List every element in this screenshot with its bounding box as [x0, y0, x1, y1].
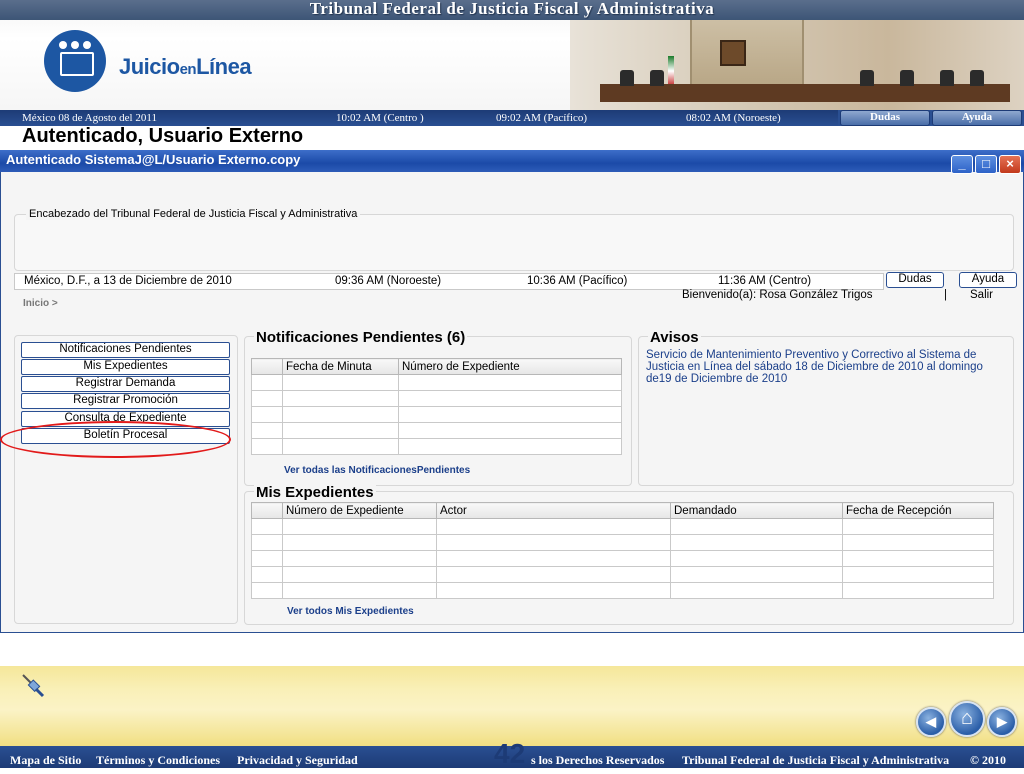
table-row[interactable]	[251, 550, 994, 567]
table-row[interactable]	[251, 566, 994, 583]
footer-terminos-link[interactable]: Términos y Condiciones	[96, 746, 220, 774]
timebar-time-pacifico: 09:02 AM (Pacífico)	[496, 112, 588, 124]
header-fieldset	[14, 214, 1014, 271]
courtroom-wall	[690, 20, 804, 90]
ayuda-button[interactable]: Ayuda	[932, 110, 1022, 126]
avisos-text: Servicio de Mantenimiento Preventivo y C…	[646, 349, 983, 385]
header-label: Encabezado del Tribunal Federal de Justi…	[26, 208, 361, 220]
window-title-bar: Autenticado SistemaJ@L/Usuario Externo.c…	[0, 150, 1024, 172]
timebar-date: México 08 de Agosto del 2011	[22, 112, 157, 124]
header-ayuda-button[interactable]: Ayuda	[959, 272, 1017, 288]
chair	[650, 70, 664, 86]
chair	[860, 70, 874, 86]
pushpin-icon	[22, 674, 45, 698]
table-row[interactable]	[251, 582, 994, 599]
paper-footer-background	[0, 666, 1024, 746]
ver-notificaciones-link[interactable]: Ver todas las NotificacionesPendientes	[284, 465, 470, 476]
table-header: Demandado	[670, 502, 843, 519]
notificaciones-table: Fecha de Minuta Número de Expediente	[251, 358, 622, 455]
prev-button[interactable]: ◀	[916, 707, 946, 737]
highlight-ellipse	[0, 421, 231, 458]
logo-text-part: en	[179, 61, 197, 78]
table-row[interactable]	[251, 518, 994, 535]
footer-tribunal-text: Tribunal Federal de Justicia Fiscal y Ad…	[682, 753, 950, 767]
date-bar: México, D.F., a 13 de Diciembre de 2010 …	[14, 273, 884, 290]
chair	[620, 70, 634, 86]
dudas-button[interactable]: Dudas	[840, 110, 930, 126]
breadcrumb[interactable]: Inicio >	[23, 298, 58, 309]
header-dudas-button[interactable]: Dudas	[886, 272, 944, 288]
menu-notificaciones-pendientes[interactable]: Notificaciones Pendientes	[21, 342, 230, 358]
chair	[940, 70, 954, 86]
table-row[interactable]	[251, 406, 622, 423]
window-title: Autenticado SistemaJ@L/Usuario Externo.c…	[6, 152, 301, 167]
ver-expedientes-link[interactable]: Ver todos Mis Expedientes	[287, 606, 414, 617]
expedientes-title: Mis Expedientes	[254, 484, 376, 501]
menu-registrar-promocion[interactable]: Registrar Promoción	[21, 393, 230, 409]
minimize-button[interactable]: _	[951, 155, 973, 174]
next-button[interactable]: ▶	[987, 707, 1017, 737]
logout-link[interactable]: Salir	[970, 289, 993, 301]
footer-privacidad-link[interactable]: Privacidad y Seguridad	[237, 746, 358, 774]
page-number: 42	[494, 738, 526, 769]
table-row[interactable]	[251, 374, 622, 391]
header-date: México, D.F., a 13 de Diciembre de 2010	[24, 275, 232, 287]
close-button[interactable]: ×	[999, 155, 1021, 174]
prev-icon: ◀	[926, 714, 936, 729]
footer-mapa-link[interactable]: Mapa de Sitio	[10, 746, 81, 774]
menu-mis-expedientes[interactable]: Mis Expedientes	[21, 359, 230, 375]
time-bar: México 08 de Agosto del 2011 10:02 AM (C…	[0, 110, 838, 126]
menu-registrar-demanda[interactable]: Registrar Demanda	[21, 376, 230, 392]
expedientes-table: Número de Expediente Actor Demandado Fec…	[251, 502, 994, 599]
timebar-time-centro: 10:02 AM (Centro )	[336, 112, 424, 124]
table-row[interactable]	[251, 422, 622, 439]
header-time-pacifico: 10:36 AM (Pacífico)	[527, 275, 628, 287]
table-header: Actor	[436, 502, 671, 519]
separator: |	[944, 289, 947, 301]
timebar-time-noroeste: 08:02 AM (Noroeste)	[686, 112, 781, 124]
home-icon: ⌂	[960, 707, 974, 729]
minimize-icon: _	[958, 156, 966, 171]
home-button[interactable]: ⌂	[949, 701, 985, 737]
maximize-button[interactable]: □	[975, 155, 997, 174]
table-row[interactable]	[251, 534, 994, 551]
logo-icon	[44, 30, 106, 92]
table-header	[251, 358, 283, 375]
courtroom-desk	[600, 70, 1010, 102]
footer-derechos-text: s los Derechos Reservados	[531, 753, 665, 767]
avisos-title: Avisos	[648, 329, 701, 346]
table-header: Fecha de Recepción	[842, 502, 994, 519]
close-icon: ×	[1006, 156, 1014, 171]
table-row[interactable]	[251, 438, 622, 455]
flag-picture	[668, 56, 674, 86]
table-header	[251, 502, 283, 519]
table-header: Número de Expediente	[282, 502, 437, 519]
chair	[970, 70, 984, 86]
logo-text-part: Línea	[196, 54, 252, 79]
table-row[interactable]	[251, 390, 622, 407]
table-header: Fecha de Minuta	[282, 358, 399, 375]
footer-copyright: © 2010	[970, 753, 1006, 767]
page-title: Autenticado, Usuario Externo	[22, 125, 304, 147]
notificaciones-title: Notificaciones Pendientes (6)	[254, 329, 468, 346]
welcome-text: Bienvenido(a): Rosa González Trigos	[682, 289, 873, 301]
next-icon: ▶	[997, 714, 1007, 729]
banner-title: Tribunal Federal de Justicia Fiscal y Ad…	[309, 0, 715, 18]
logo-text: JuicioenLínea	[119, 54, 252, 80]
maximize-icon: □	[982, 156, 990, 171]
chair	[900, 70, 914, 86]
header-time-noroeste: 09:36 AM (Noroeste)	[335, 275, 442, 287]
court-seal-picture	[720, 40, 746, 66]
logo-text-part: Juicio	[119, 54, 180, 79]
table-header: Número de Expediente	[398, 358, 622, 375]
header-time-centro: 11:36 AM (Centro)	[718, 275, 812, 287]
